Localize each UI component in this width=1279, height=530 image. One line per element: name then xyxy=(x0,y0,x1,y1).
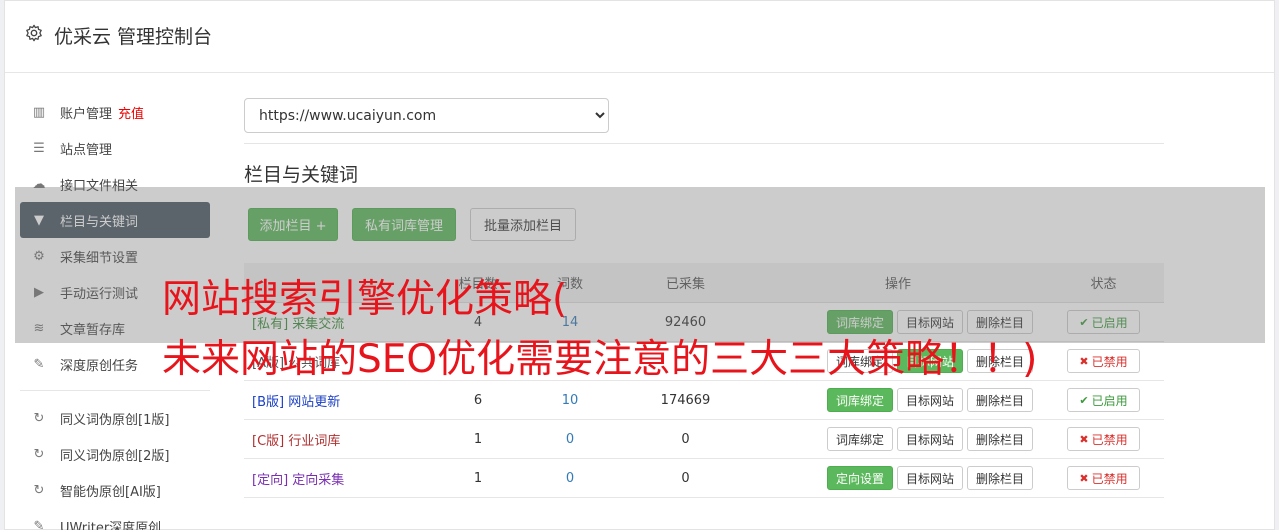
check-icon: ✔ xyxy=(1079,393,1089,407)
table-row: [定向] 定向采集 1 0 0 定向设置 目标网站 删除栏目 ✖ 已禁用 xyxy=(244,459,1164,498)
section-title: 栏目与关键词 xyxy=(244,164,359,186)
edit-icon: ✎ xyxy=(33,518,45,530)
server-icon: ☰ xyxy=(33,140,45,156)
page-title: 优采云 管理控制台 xyxy=(54,26,213,48)
site-select[interactable]: https://www.ucaiyun.com xyxy=(244,98,609,133)
overlay-headline-line1: 网站搜索引擎优化策略( xyxy=(162,277,568,322)
target-site-button[interactable]: 目标网站 xyxy=(896,427,963,451)
status-toggle[interactable]: ✔ 已启用 xyxy=(1067,388,1140,412)
header: 优采云 管理控制台 xyxy=(5,1,1274,73)
row-actions: 词库绑定 目标网站 删除栏目 xyxy=(753,388,1043,412)
row-collected: 0 xyxy=(681,431,690,447)
status-label: 已启用 xyxy=(1091,393,1128,408)
row-name[interactable]: [定向] 定向采集 xyxy=(244,469,434,488)
divider xyxy=(244,143,1164,144)
row-name[interactable]: [C版] 行业词库 xyxy=(244,430,434,449)
sidebar-item-label: UWriter深度原创 xyxy=(60,520,162,530)
close-icon: ✖ xyxy=(1079,432,1089,446)
sidebar-item-label: 站点管理 xyxy=(60,142,113,158)
delete-column-button[interactable]: 删除栏目 xyxy=(966,388,1033,412)
sidebar-item-synonym-v1[interactable]: ↻ 同义词伪原创[1版] xyxy=(20,400,210,436)
row-words[interactable]: 0 xyxy=(522,471,618,486)
refresh-icon: ↻ xyxy=(33,410,45,426)
status-toggle[interactable]: ✖ 已禁用 xyxy=(1067,349,1140,373)
sidebar-divider xyxy=(20,390,210,391)
row-actions: 词库绑定 目标网站 删除栏目 xyxy=(753,427,1043,451)
refresh-icon: ↻ xyxy=(33,482,45,498)
row-name[interactable]: [B版] 网站更新 xyxy=(244,391,434,410)
overlay-headline-line2: 未来网站的SEO优化需要注意的三大三大策略！！) xyxy=(162,337,1038,382)
edit-icon: ✎ xyxy=(33,356,45,372)
delete-column-button[interactable]: 删除栏目 xyxy=(966,466,1033,490)
row-collected: 174669 xyxy=(660,392,711,408)
sidebar-item-uwriter[interactable]: ✎ UWriter深度原创 xyxy=(20,508,210,530)
gear-icon xyxy=(26,24,42,42)
status-label: 已禁用 xyxy=(1091,432,1128,447)
close-icon: ✖ xyxy=(1079,354,1089,368)
recharge-link[interactable]: 充值 xyxy=(118,103,144,122)
row-columns: 6 xyxy=(473,392,483,408)
row-columns: 1 xyxy=(473,470,483,486)
close-icon: ✖ xyxy=(1079,471,1089,485)
sidebar-item-label: 深度原创任务 xyxy=(60,358,139,374)
directed-settings-button[interactable]: 定向设置 xyxy=(826,466,893,490)
sidebar-item-synonym-v2[interactable]: ↻ 同义词伪原创[2版] xyxy=(20,436,210,472)
row-words[interactable]: 10 xyxy=(522,393,618,408)
table-row: [B版] 网站更新 6 10 174669 词库绑定 目标网站 删除栏目 ✔ 已启… xyxy=(244,381,1164,420)
sidebar-item-label: 账户管理 xyxy=(60,106,113,122)
bind-lexicon-button[interactable]: 词库绑定 xyxy=(826,388,893,412)
target-site-button[interactable]: 目标网站 xyxy=(896,388,963,412)
sidebar-item-ai-rewrite[interactable]: ↻ 智能伪原创[AI版] xyxy=(20,472,210,508)
target-site-button[interactable]: 目标网站 xyxy=(896,466,963,490)
row-collected: 0 xyxy=(681,470,690,486)
row-columns: 1 xyxy=(473,431,483,447)
delete-column-button[interactable]: 删除栏目 xyxy=(966,427,1033,451)
sidebar-item-sites[interactable]: ☰ 站点管理 xyxy=(20,130,210,166)
sidebar-item-label: 智能伪原创[AI版] xyxy=(60,484,161,500)
status-toggle[interactable]: ✖ 已禁用 xyxy=(1067,427,1140,451)
status-toggle[interactable]: ✖ 已禁用 xyxy=(1067,466,1140,490)
sidebar-item-account[interactable]: ▥ 账户管理 充值 xyxy=(20,94,210,130)
row-actions: 定向设置 目标网站 删除栏目 xyxy=(753,466,1043,490)
status-label: 已禁用 xyxy=(1091,471,1128,486)
bar-chart-icon: ▥ xyxy=(32,104,46,120)
sidebar-item-label: 同义词伪原创[1版] xyxy=(60,412,170,428)
table-row: [C版] 行业词库 1 0 0 词库绑定 目标网站 删除栏目 ✖ 已禁用 xyxy=(244,420,1164,459)
refresh-icon: ↻ xyxy=(33,446,45,462)
bind-lexicon-button[interactable]: 词库绑定 xyxy=(826,427,893,451)
status-label: 已禁用 xyxy=(1091,354,1128,369)
sidebar-item-label: 同义词伪原创[2版] xyxy=(60,448,170,464)
row-words[interactable]: 0 xyxy=(522,432,618,447)
